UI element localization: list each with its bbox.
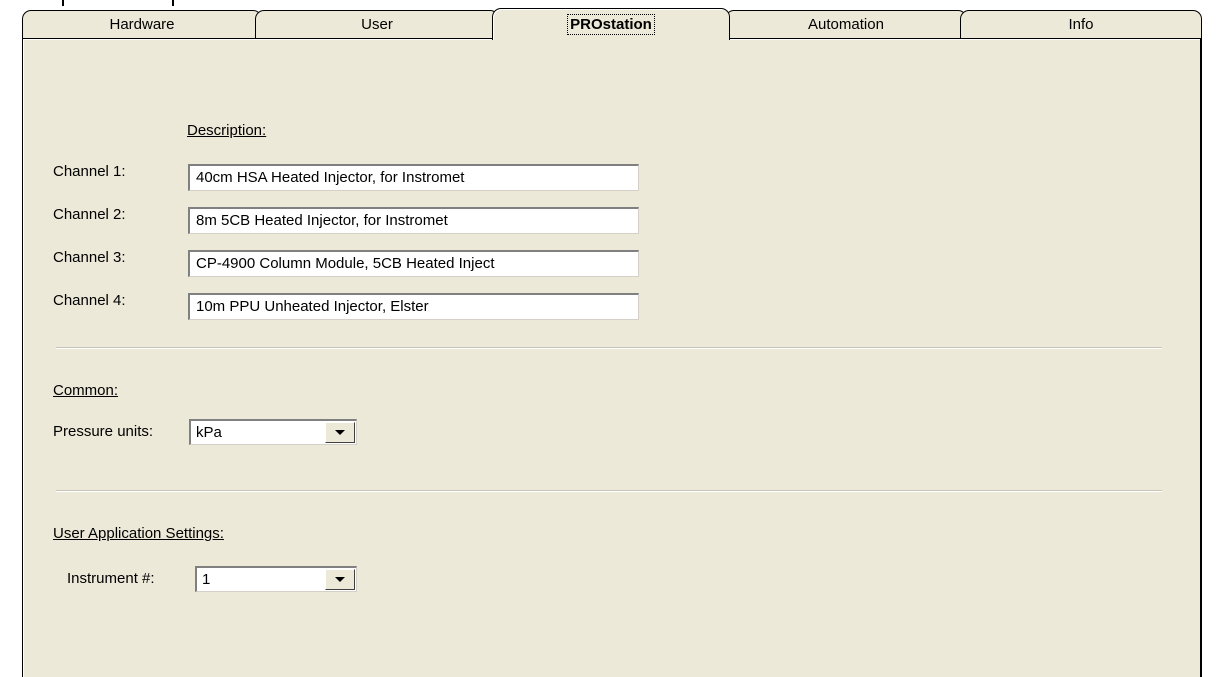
tab-user[interactable]: User (255, 10, 499, 38)
chevron-down-icon (335, 430, 345, 435)
pressure-units-dropdown[interactable]: kPa (189, 419, 357, 445)
tab-panel: Description: Channel 1: 40cm HSA Heated … (22, 38, 1202, 677)
tab-automation[interactable]: Automation (725, 10, 967, 38)
channel-3-description-field[interactable]: CP-4900 Column Module, 5CB Heated Inject (188, 250, 639, 277)
chevron-down-icon (335, 577, 345, 582)
channel-4-description-field[interactable]: 10m PPU Unheated Injector, Elster (188, 293, 639, 320)
tab-hardware-label: Hardware (109, 16, 175, 33)
tab-info-label: Info (1068, 16, 1094, 33)
channel-2-description-field[interactable]: 8m 5CB Heated Injector, for Instromet (188, 207, 639, 234)
pressure-units-dropdown-button[interactable] (325, 422, 355, 443)
channel-1-label: Channel 1: (53, 163, 126, 180)
channel-3-label: Channel 3: (53, 249, 126, 266)
instrument-number-value: 1 (202, 571, 211, 588)
tab-hardware[interactable]: Hardware (22, 10, 262, 38)
instrument-number-dropdown-button[interactable] (325, 569, 355, 590)
separator-1 (56, 347, 1162, 349)
pressure-units-label: Pressure units: (53, 423, 154, 440)
instrument-number-label: Instrument #: (67, 570, 155, 587)
common-header: Common: (53, 382, 119, 399)
separator-2 (56, 490, 1162, 492)
tab-automation-label: Automation (808, 16, 884, 33)
description-header: Description: (187, 122, 267, 139)
window-top-remnant (62, 0, 192, 6)
tab-prostation-label: PROstation (567, 14, 655, 35)
channel-1-description-field[interactable]: 40cm HSA Heated Injector, for Instromet (188, 164, 639, 191)
pressure-units-value: kPa (196, 424, 222, 441)
tab-prostation[interactable]: PROstation (492, 8, 730, 40)
tab-info[interactable]: Info (960, 10, 1202, 38)
channel-2-label: Channel 2: (53, 206, 126, 223)
instrument-number-dropdown[interactable]: 1 (195, 566, 357, 592)
channel-4-label: Channel 4: (53, 292, 126, 309)
tab-user-label: User (361, 16, 393, 33)
user-app-settings-header: User Application Settings: (53, 525, 224, 542)
